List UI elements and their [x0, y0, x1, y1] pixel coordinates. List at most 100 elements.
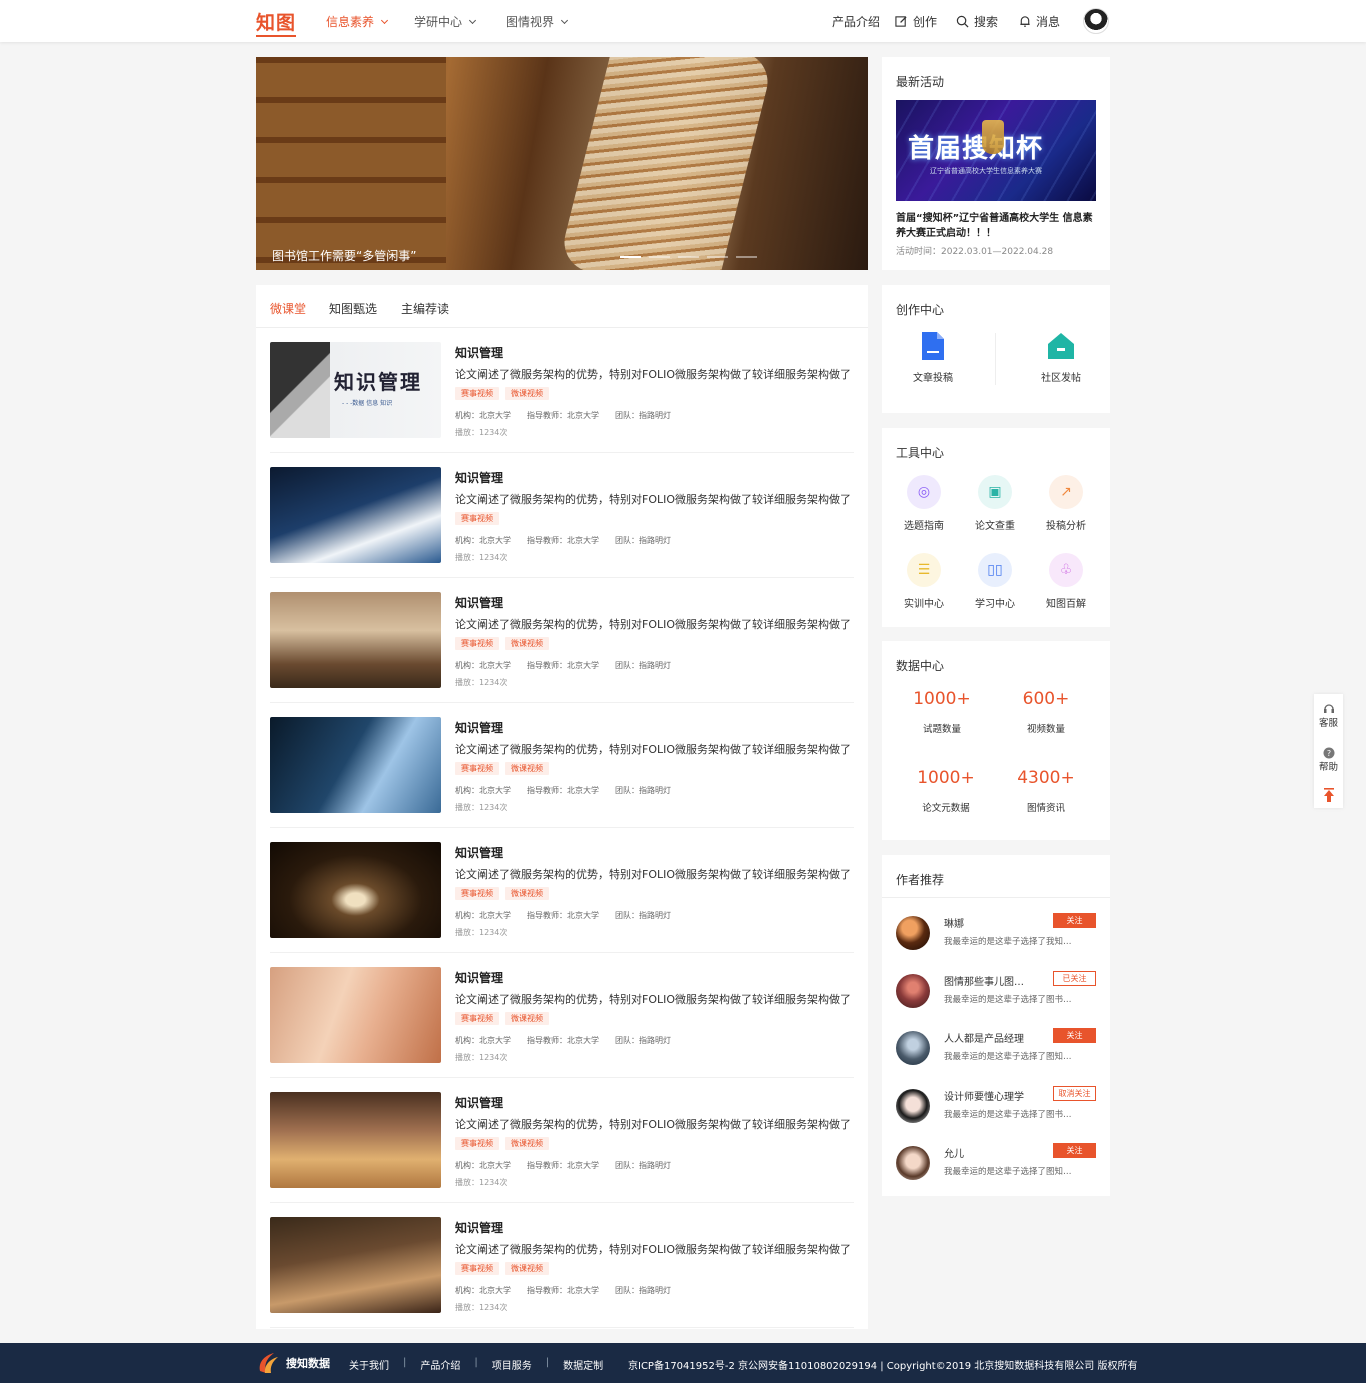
tool-chart-button[interactable]: ↗ 投稿分析 [1036, 475, 1096, 532]
banner-dot[interactable] [649, 256, 670, 258]
banner-dot[interactable] [736, 256, 757, 258]
list-item[interactable]: 知识管理 论文阐述了微服务架构的优势，特别对FOLIO微服务架构做了较详细服务架构… [270, 828, 854, 953]
follow-button[interactable]: 关注 [1053, 1143, 1096, 1158]
item-thumbnail[interactable] [270, 842, 441, 938]
thumb-subtext: - - -数据 信息 知识 [342, 400, 393, 407]
video-tag[interactable]: 赛事视频 [455, 387, 499, 400]
article-submit-button[interactable]: 文章投稿 [903, 331, 963, 384]
footer-link-custom[interactable]: 数据定制 [563, 1357, 603, 1372]
author-name[interactable]: 设计师要懂心理学 [944, 1088, 1054, 1103]
footer-link-service[interactable]: 项目服务 [492, 1357, 532, 1372]
tool-compass-button[interactable]: ◎ 选题指南 [894, 475, 954, 532]
video-tag[interactable]: 微课视频 [505, 637, 549, 650]
hero-banner[interactable]: 图书馆工作需要“多管闲事” [256, 57, 868, 270]
follow-button[interactable]: 关注 [1053, 913, 1096, 928]
video-tag[interactable]: 微课视频 [505, 1012, 549, 1025]
product-intro-link[interactable]: 产品介绍 [832, 13, 880, 30]
item-thumbnail[interactable]: 知识管理 - - -数据 信息 知识 [270, 342, 441, 438]
list-item[interactable]: 知识管理 论文阐述了微服务架构的优势，特别对FOLIO微服务架构做了较详细服务架构… [270, 1078, 854, 1203]
video-tag[interactable]: 赛事视频 [455, 637, 499, 650]
activity-poster[interactable]: 首届搜知杯 辽宁省普通高校大学生信息素养大赛 [896, 100, 1096, 201]
tab-micro-class[interactable]: 微课堂 [270, 300, 307, 333]
author-item[interactable]: 琳娜 我最幸运的是这辈子选择了我知… 关注 [896, 913, 1096, 953]
item-title[interactable]: 知识管理 [455, 719, 503, 736]
avatar[interactable] [896, 1031, 930, 1065]
item-org: 机构：北京大学 [455, 786, 511, 795]
search-button[interactable]: 搜索 [956, 13, 998, 30]
footer-link-about[interactable]: 关于我们 [349, 1357, 389, 1372]
author-item[interactable]: 人人都是产品经理 我最幸运的是这辈子选择了图知… 关注 [896, 1028, 1096, 1068]
tool-scan-button[interactable]: ▣ 论文查重 [965, 475, 1025, 532]
avatar[interactable] [896, 973, 930, 1008]
list-item[interactable]: 知识管理 论文阐述了微服务架构的优势，特别对FOLIO微服务架构做了较详细服务架构… [270, 578, 854, 703]
create-button[interactable]: 创作 [895, 13, 937, 30]
back-to-top-button[interactable] [1314, 782, 1343, 808]
list-item[interactable]: 知识管理 论文阐述了微服务架构的优势，特别对FOLIO微服务架构做了较详细服务架构… [270, 953, 854, 1078]
item-title[interactable]: 知识管理 [455, 1094, 503, 1111]
banner-dot[interactable] [707, 256, 728, 258]
list-item[interactable]: 知识管理 论文阐述了微服务架构的优势，特别对FOLIO微服务架构做了较详细服务架构… [270, 703, 854, 828]
list-item[interactable]: 知识管理 论文阐述了微服务架构的优势，特别对FOLIO微服务架构做了较详细服务架构… [270, 1203, 854, 1328]
author-item[interactable]: 图情那些事儿图… 我最幸运的是这辈子选择了图书… 已关注 [896, 970, 1096, 1011]
activity-headline[interactable]: 首届“搜知杯”辽宁省普通高校大学生 信息素养大赛正式启动！！！ [896, 211, 1096, 241]
tab-editor-picks[interactable]: 主编荐读 [401, 300, 449, 317]
item-thumbnail[interactable] [270, 1092, 441, 1188]
avatar[interactable] [896, 1088, 930, 1123]
list-item[interactable]: 知识管理 - - -数据 信息 知识 知识管理 论文阐述了微服务架构的优势，特别对FO… [270, 328, 854, 453]
customer-service-button[interactable]: 客服 [1314, 694, 1343, 738]
video-tag[interactable]: 微课视频 [505, 1137, 549, 1150]
user-avatar[interactable] [1083, 8, 1109, 34]
footer-logo[interactable]: 搜知数据 [256, 1351, 330, 1375]
item-thumbnail[interactable] [270, 1217, 441, 1313]
item-thumbnail[interactable] [270, 592, 441, 688]
video-tag[interactable]: 微课视频 [505, 387, 549, 400]
help-button[interactable]: ? 帮助 [1314, 738, 1343, 782]
community-post-button[interactable]: 社区发帖 [1031, 331, 1091, 384]
author-item[interactable]: 设计师要懂心理学 我最幸运的是这辈子选择了图书… 取消关注 [896, 1085, 1096, 1126]
video-tag[interactable]: 赛事视频 [455, 1137, 499, 1150]
author-name[interactable]: 琳娜 [944, 915, 1054, 930]
video-tag[interactable]: 赛事视频 [455, 887, 499, 900]
item-thumbnail[interactable] [270, 467, 441, 563]
video-tag[interactable]: 赛事视频 [455, 1012, 499, 1025]
item-thumbnail[interactable] [270, 967, 441, 1063]
video-tag[interactable]: 赛事视频 [455, 512, 499, 525]
follow-button[interactable]: 关注 [1053, 1028, 1096, 1043]
avatar[interactable] [896, 1146, 930, 1180]
tool-list-button[interactable]: ☰ 实训中心 [894, 553, 954, 610]
item-title[interactable]: 知识管理 [455, 594, 503, 611]
author-name[interactable]: 人人都是产品经理 [944, 1030, 1054, 1045]
video-tag[interactable]: 赛事视频 [455, 1262, 499, 1275]
author-item[interactable]: 允儿 我最幸运的是这辈子选择了图知… 关注 [896, 1143, 1096, 1183]
banner-dot[interactable] [620, 256, 641, 258]
item-title[interactable]: 知识管理 [455, 969, 503, 986]
video-tag[interactable]: 微课视频 [505, 762, 549, 775]
chevron-down-icon [380, 16, 389, 24]
follow-button[interactable]: 取消关注 [1053, 1085, 1096, 1101]
banner-dot[interactable] [678, 256, 699, 258]
item-tags: 赛事视频 微课视频 [455, 1262, 549, 1275]
item-thumbnail[interactable] [270, 717, 441, 813]
video-tag[interactable]: 微课视频 [505, 1262, 549, 1275]
message-button[interactable]: 消息 [1019, 13, 1060, 30]
site-logo[interactable]: 知图 [256, 8, 297, 37]
tool-book-button[interactable]: ▯▯ 学习中心 [965, 553, 1025, 610]
tool-brain-button[interactable]: ♧ 知图百解 [1036, 553, 1096, 610]
follow-button[interactable]: 已关注 [1053, 970, 1096, 986]
footer-link-product[interactable]: 产品介绍 [420, 1357, 460, 1372]
item-title[interactable]: 知识管理 [455, 469, 503, 486]
author-name[interactable]: 图情那些事儿图… [944, 973, 1054, 988]
list-item[interactable]: 知识管理 论文阐述了微服务架构的优势，特别对FOLIO微服务架构做了较详细服务架构… [270, 453, 854, 578]
item-teacher: 指导教师：北京大学 [527, 411, 599, 420]
nav-info-literacy[interactable]: 信息素养 [326, 13, 389, 30]
tab-selected[interactable]: 知图甄选 [329, 300, 377, 317]
avatar[interactable] [896, 916, 930, 950]
item-title[interactable]: 知识管理 [455, 1219, 503, 1236]
video-tag[interactable]: 赛事视频 [455, 762, 499, 775]
author-name[interactable]: 允儿 [944, 1145, 1054, 1160]
video-tag[interactable]: 微课视频 [505, 887, 549, 900]
nav-research-center[interactable]: 学研中心 [414, 13, 477, 30]
item-title[interactable]: 知识管理 [455, 844, 503, 861]
item-title[interactable]: 知识管理 [455, 344, 503, 361]
nav-library-view[interactable]: 图情视界 [506, 13, 569, 30]
